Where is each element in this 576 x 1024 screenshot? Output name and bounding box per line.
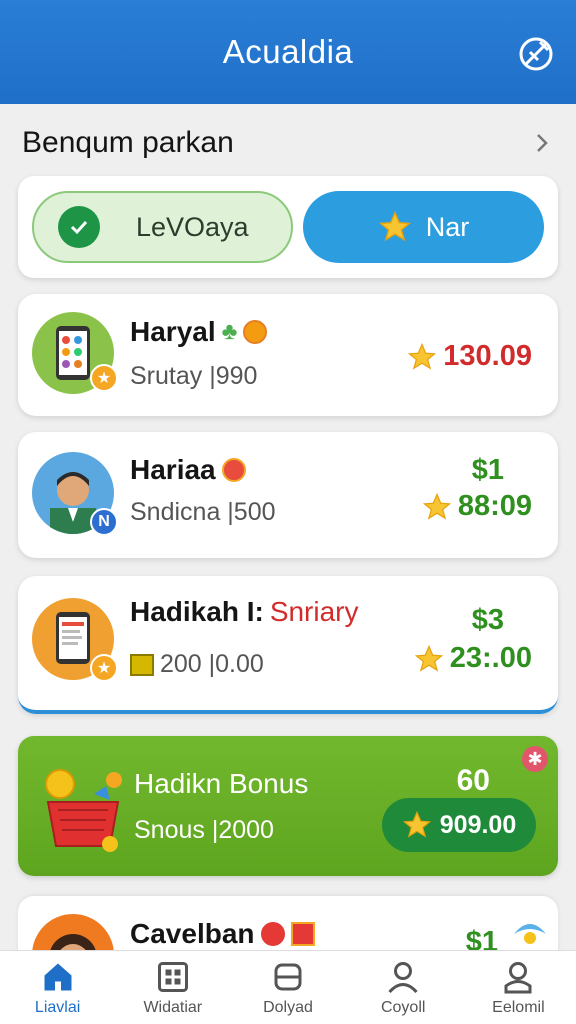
chevron-right-icon <box>537 134 548 152</box>
item-subtitle: 200 |0.00 <box>160 650 264 678</box>
filter-toggle: LeVOaya Nar <box>18 176 558 278</box>
user-icon <box>504 961 532 993</box>
person-icon <box>388 961 418 993</box>
toggle-right-label: Nar <box>425 211 470 242</box>
grid-icon <box>157 961 188 992</box>
star-icon <box>414 644 443 672</box>
star-badge-icon: ★ <box>90 364 118 392</box>
star-icon <box>402 810 431 838</box>
bonus-title: Hadikn Bonus <box>134 768 309 799</box>
nav-label: Eelomil <box>492 998 545 1016</box>
ball-icon <box>243 320 268 344</box>
nav-label: Widatiar <box>143 998 203 1016</box>
bonus-amount-button[interactable]: 909.00 <box>382 798 536 852</box>
nav-cards[interactable]: Dolyad <box>230 951 345 1024</box>
item-name-row: Cavelban <box>130 918 315 950</box>
item-amount-row: 23:.00 <box>414 642 532 675</box>
check-icon <box>58 206 100 248</box>
item-name: Haryal <box>130 316 216 347</box>
item-subtitle: Sndicna |500 <box>130 498 276 526</box>
list-item[interactable]: N Hariaa Sndicna |500 $1 88:09 <box>18 432 558 558</box>
bonus-amount: 909.00 <box>439 810 517 839</box>
item-amount: 130.09 <box>443 340 532 372</box>
app-title: Acualdia <box>222 33 354 70</box>
card-icon <box>274 963 302 990</box>
toggle-right-option[interactable]: Nar <box>303 191 544 263</box>
toggle-left-label: LeVOaya <box>136 211 249 242</box>
nav-widgets[interactable]: Widatiar <box>115 951 230 1024</box>
item-subtitle-row: 200 |0.00 <box>130 650 264 679</box>
item-amount-row: 130.09 <box>407 340 532 373</box>
item-name-highlight: Snriary <box>269 596 359 627</box>
nav-label: Dolyad <box>263 998 313 1016</box>
bottom-nav: Liavlai Widatiar Dolyad Coyoll Eelomil <box>0 950 576 1024</box>
nav-label: Liavlai <box>34 998 81 1016</box>
cube-icon <box>130 653 154 676</box>
bonus-subtitle: Snous |2000 <box>134 816 274 844</box>
item-amount-top: $3 <box>471 604 504 636</box>
bonus-card[interactable]: Hadikn Bonus Snous |2000 ✱ 60 909.00 <box>18 736 558 876</box>
n-badge-icon: N <box>90 508 118 536</box>
item-name-row: Haryal ♣ <box>130 316 268 348</box>
item-amount-top: $1 <box>471 454 504 486</box>
toggle-left-option[interactable]: LeVOaya <box>32 191 294 263</box>
gift-icon <box>290 922 315 946</box>
item-name: Cavelban <box>130 918 255 949</box>
item-name: Hariaa <box>130 454 216 485</box>
home-icon <box>44 963 72 990</box>
item-name: Hadikah I: <box>130 596 264 627</box>
star-icon <box>378 211 411 242</box>
star-icon <box>408 342 437 370</box>
nav-people[interactable]: Coyoll <box>346 951 461 1024</box>
heart-icon <box>260 922 285 946</box>
item-name-row: Hadikah I: Snriary <box>130 596 359 628</box>
section-header[interactable]: Benqum parkan <box>0 118 576 168</box>
item-amount-row: 88:09 <box>422 490 532 523</box>
nav-label: Coyoll <box>380 998 426 1016</box>
nav-profile[interactable]: Eelomil <box>461 951 576 1024</box>
list-item[interactable]: ★ Hadikah I: Snriary 200 |0.00 $3 23:.00 <box>18 576 558 714</box>
nav-home[interactable]: Liavlai <box>0 951 115 1024</box>
section-title: Benqum parkan <box>22 126 234 159</box>
item-subtitle: Srutay |990 <box>130 362 258 390</box>
close-icon[interactable]: ✱ <box>522 746 548 772</box>
list-item[interactable]: ★ Haryal ♣ Srutay |990 130.09 <box>18 294 558 416</box>
item-amount: 23:.00 <box>449 642 532 674</box>
item-name-row: Hariaa <box>130 454 246 486</box>
star-icon <box>422 492 451 520</box>
app-bar: Acualdia <box>0 0 576 104</box>
bonus-amount-top: 60 <box>456 764 490 797</box>
star-badge-icon: ★ <box>90 654 118 682</box>
settings-icon[interactable] <box>516 34 556 74</box>
gift-basket-icon <box>38 758 128 854</box>
item-amount: 88:09 <box>457 490 532 522</box>
fire-icon <box>221 458 246 482</box>
ribbon-icon <box>510 914 550 950</box>
clover-icon: ♣ <box>221 318 238 345</box>
